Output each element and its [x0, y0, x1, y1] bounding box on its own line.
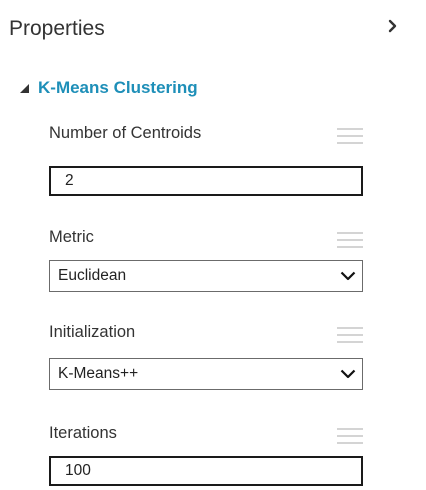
chevron-right-icon [388, 19, 397, 33]
section-title: K-Means Clustering [38, 78, 198, 97]
field-label: Iterations [49, 424, 117, 442]
field-label: Metric [49, 228, 94, 246]
hamburger-menu-icon[interactable] [337, 128, 363, 144]
field-initialization: Initialization K-Means++ [49, 323, 363, 390]
section-toggle-kmeans[interactable]: K-Means Clustering [19, 78, 198, 98]
iterations-input[interactable] [49, 456, 363, 486]
field-number-of-centroids: Number of Centroids [49, 124, 363, 196]
collapse-panel-button[interactable] [383, 14, 403, 38]
hamburger-menu-icon[interactable] [337, 327, 363, 343]
field-metric: Metric Euclidean [49, 228, 363, 292]
hamburger-menu-icon[interactable] [337, 232, 363, 248]
metric-select[interactable]: Euclidean [49, 260, 363, 292]
hamburger-menu-icon[interactable] [337, 428, 363, 444]
chevron-down-icon [340, 270, 356, 282]
field-label: Number of Centroids [49, 124, 202, 142]
initialization-select[interactable]: K-Means++ [49, 358, 363, 390]
select-value: K-Means++ [58, 365, 139, 382]
centroids-input[interactable] [49, 166, 363, 196]
triangle-expanded-icon [19, 82, 31, 94]
field-label: Initialization [49, 323, 136, 341]
chevron-down-icon [340, 368, 356, 380]
field-iterations: Iterations [49, 424, 363, 486]
panel-title: Properties [9, 17, 105, 40]
select-value: Euclidean [58, 267, 127, 284]
